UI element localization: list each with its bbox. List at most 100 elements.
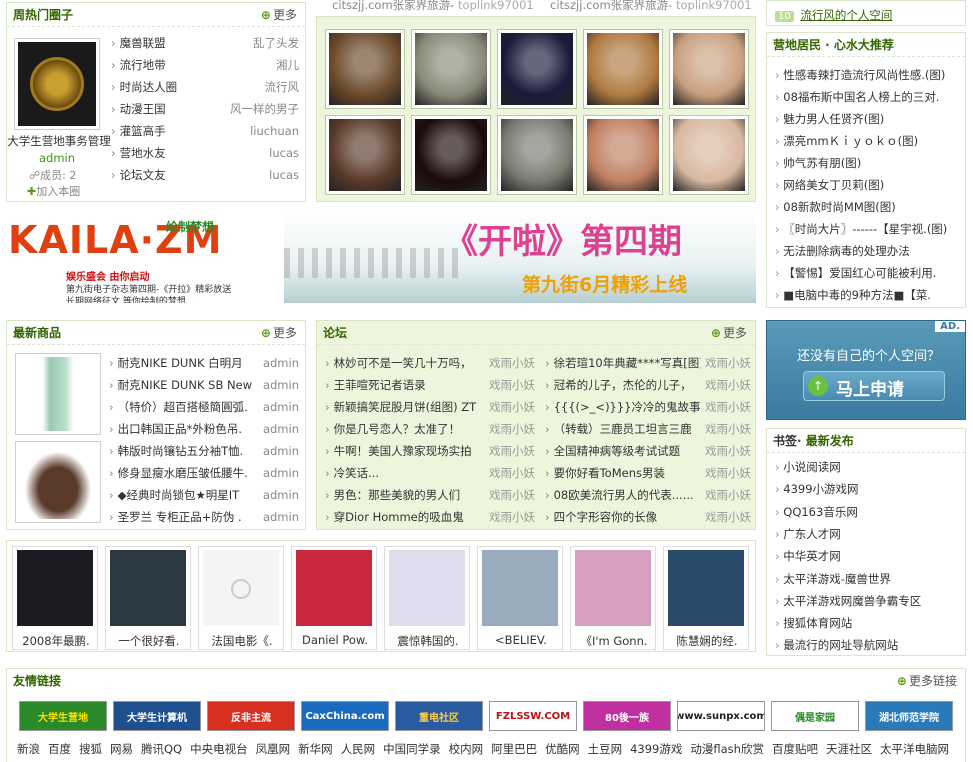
- topic-author[interactable]: 戏雨小妖: [485, 418, 535, 440]
- forum-topic[interactable]: › （转载）三鹿员工坦言三鹿 戏雨小妖: [545, 418, 751, 440]
- friend-text-link[interactable]: 土豆网: [588, 742, 623, 756]
- partner-logo[interactable]: 偶是家园: [771, 701, 859, 731]
- topic-author[interactable]: 戏雨小妖: [701, 418, 751, 440]
- topic-author[interactable]: 戏雨小妖: [701, 374, 751, 396]
- personal-space-link[interactable]: 10 流行风的个人空间: [766, 0, 966, 26]
- friend-text-link[interactable]: 4399游戏: [630, 742, 682, 756]
- circle-owner[interactable]: lucas: [269, 142, 299, 164]
- forum-topic[interactable]: › 王菲喧死记者语录 戏雨小妖: [325, 374, 535, 396]
- friend-text-link[interactable]: 百度贴吧: [772, 742, 818, 756]
- product-item[interactable]: › 圣罗兰 专柜正品+防伪 . admin: [109, 506, 299, 528]
- product-owner[interactable]: admin: [258, 462, 299, 484]
- topic-author[interactable]: 戏雨小妖: [485, 374, 535, 396]
- forum-topic[interactable]: › 冠希的儿子，杰伦的儿子， 戏雨小妖: [545, 374, 751, 396]
- video-card[interactable]: 陈慧娴的经.: [663, 546, 749, 650]
- forum-topic[interactable]: › 牛啊！美国人豫家现场实拍 戏雨小妖: [325, 440, 535, 462]
- friend-text-link[interactable]: 阿里巴巴: [491, 742, 537, 756]
- product-owner[interactable]: admin: [258, 418, 299, 440]
- topic-author[interactable]: 戏雨小妖: [701, 352, 751, 374]
- friend-text-link[interactable]: 校内网: [449, 742, 484, 756]
- recommend-item[interactable]: › 08福布斯中国名人榜上的三对.: [775, 86, 960, 108]
- friend-text-link[interactable]: 中央电视台: [190, 742, 248, 756]
- partner-logo[interactable]: 80後一族: [583, 701, 671, 731]
- apply-now-button[interactable]: ↑ 马上申请: [803, 371, 945, 401]
- video-card[interactable]: 《I'm Gonn.: [570, 546, 656, 650]
- recommend-item[interactable]: › 无法删除病毒的处理办法: [775, 240, 960, 262]
- partner-logo[interactable]: 大学生计算机: [113, 701, 201, 731]
- video-card[interactable]: 一个很好看.: [105, 546, 191, 650]
- partner-logo[interactable]: CaxChina.com: [301, 701, 389, 731]
- friend-text-link[interactable]: 百度: [48, 742, 71, 756]
- recommend-item[interactable]: › 08新款时尚MM图(图): [775, 196, 960, 218]
- partner-logo[interactable]: www.sunpx.com: [677, 701, 765, 731]
- circle-owner[interactable]: 乱了头发: [253, 32, 299, 54]
- bookmark-item[interactable]: › 4399小游戏网: [775, 478, 960, 500]
- forum-topic[interactable]: › 你是几号恋人？太准了！ 戏雨小妖: [325, 418, 535, 440]
- recommend-item[interactable]: › 漂亮mmＫｉｙｏｋｏ(图): [775, 130, 960, 152]
- banner-left[interactable]: KAILA·ZM 绘制梦想 娱乐盛会 由你启动 第九街电子杂志第四期-《开拉》精…: [6, 208, 284, 303]
- friend-links-more-link[interactable]: ⊕ 更多链接: [897, 669, 957, 693]
- video-card[interactable]: Daniel Pow.: [291, 546, 377, 650]
- products-more-link[interactable]: ⊕ 更多: [261, 321, 297, 345]
- product-thumb-1[interactable]: [15, 353, 101, 435]
- topic-author[interactable]: 戏雨小妖: [701, 396, 751, 418]
- friend-text-link[interactable]: 新华网: [298, 742, 333, 756]
- friend-text-link[interactable]: 凤凰网: [256, 742, 291, 756]
- apply-space-ad[interactable]: AD. 还没有自己的个人空间？ ↑ 马上申请: [766, 320, 966, 420]
- friend-text-link[interactable]: 网易: [110, 742, 133, 756]
- hot-circles-more-link[interactable]: ⊕ 更多: [261, 3, 297, 27]
- recommend-item[interactable]: › 魅力男人任贤齐(图): [775, 108, 960, 130]
- topic-author[interactable]: 戏雨小妖: [485, 352, 535, 374]
- recommend-item[interactable]: › 网络美女丁贝莉(图): [775, 174, 960, 196]
- circle-item[interactable]: › 流行地带 湘儿: [111, 54, 301, 76]
- topic-author[interactable]: 戏雨小妖: [485, 462, 535, 484]
- topic-author[interactable]: 戏雨小妖: [701, 440, 751, 462]
- partner-logo[interactable]: 反非主流: [207, 701, 295, 731]
- video-card[interactable]: 2008年最鹏.: [12, 546, 98, 650]
- friend-text-link[interactable]: 搜狐: [79, 742, 102, 756]
- photo-thumb[interactable]: [669, 29, 749, 109]
- circle-item[interactable]: › 时尚达人圈 流行风: [111, 76, 301, 98]
- topic-author[interactable]: 戏雨小妖: [485, 396, 535, 418]
- topic-author[interactable]: 戏雨小妖: [701, 484, 751, 506]
- friend-text-link[interactable]: 天涯社区: [826, 742, 872, 756]
- photo-thumb[interactable]: [411, 29, 491, 109]
- circle-item[interactable]: › 论坛文友 lucas: [111, 164, 301, 186]
- product-owner[interactable]: admin: [258, 484, 299, 506]
- friend-text-link[interactable]: 新浪: [17, 742, 40, 756]
- photo-thumb[interactable]: [669, 115, 749, 195]
- topic-author[interactable]: 戏雨小妖: [485, 440, 535, 462]
- product-item[interactable]: › 修身显瘦水磨压皱低腰牛. admin: [109, 462, 299, 484]
- topic-author[interactable]: 戏雨小妖: [701, 462, 751, 484]
- product-item[interactable]: › 韩版时尚镶钻五分袖T恤. admin: [109, 440, 299, 462]
- friend-text-link[interactable]: 太平洋电脑网: [880, 742, 949, 756]
- photo-thumb[interactable]: [497, 115, 577, 195]
- circle-item[interactable]: › 魔兽联盟 乱了头发: [111, 32, 301, 54]
- recommend-item[interactable]: › 性感毒辣打造流行风尚性感.(图): [775, 64, 960, 86]
- photo-thumb[interactable]: [325, 29, 405, 109]
- featured-circle-name[interactable]: 大学生营地事务管理: [7, 133, 111, 149]
- recommend-item[interactable]: › ■电脑中毒的9种方法■【菜.: [775, 284, 960, 306]
- circle-item[interactable]: › 营地水友 lucas: [111, 142, 301, 164]
- bookmark-item[interactable]: › 太平洋游戏网魔兽争霸专区: [775, 590, 960, 612]
- product-item[interactable]: › 耐克NIKE DUNK SB New admin: [109, 374, 299, 396]
- circle-owner[interactable]: 流行风: [265, 76, 300, 98]
- top-link-2[interactable]: citszjj.com张家界旅游- toplink97001: [550, 0, 752, 13]
- forum-topic[interactable]: › 穿Dior Homme的吸血鬼 戏雨小妖: [325, 506, 535, 528]
- bookmark-item[interactable]: › 广东人才网: [775, 523, 960, 545]
- forum-topic[interactable]: › 新颖搞笑屁股月饼(组图) ZT 戏雨小妖: [325, 396, 535, 418]
- join-circle-button[interactable]: ✚加入本圈: [27, 183, 80, 199]
- video-card[interactable]: 法国电影《.: [198, 546, 284, 650]
- partner-logo[interactable]: 重电社区: [395, 701, 483, 731]
- forum-more-link[interactable]: ⊕ 更多: [711, 321, 747, 345]
- circle-owner[interactable]: 风一样的男子: [230, 98, 299, 120]
- product-owner[interactable]: admin: [258, 352, 299, 374]
- forum-topic[interactable]: › 林妙可不是一笑几十万吗， 戏雨小妖: [325, 352, 535, 374]
- circle-owner[interactable]: 湘儿: [276, 54, 299, 76]
- featured-circle-avatar[interactable]: [14, 38, 100, 130]
- bookmark-item[interactable]: › 最流行的网址导航网站: [775, 634, 960, 656]
- partner-logo[interactable]: FZLSSW.COM: [489, 701, 577, 731]
- forum-topic[interactable]: › 全国精神病等级考试试题 戏雨小妖: [545, 440, 751, 462]
- topic-author[interactable]: 戏雨小妖: [485, 506, 535, 528]
- product-thumb-2[interactable]: [15, 441, 101, 523]
